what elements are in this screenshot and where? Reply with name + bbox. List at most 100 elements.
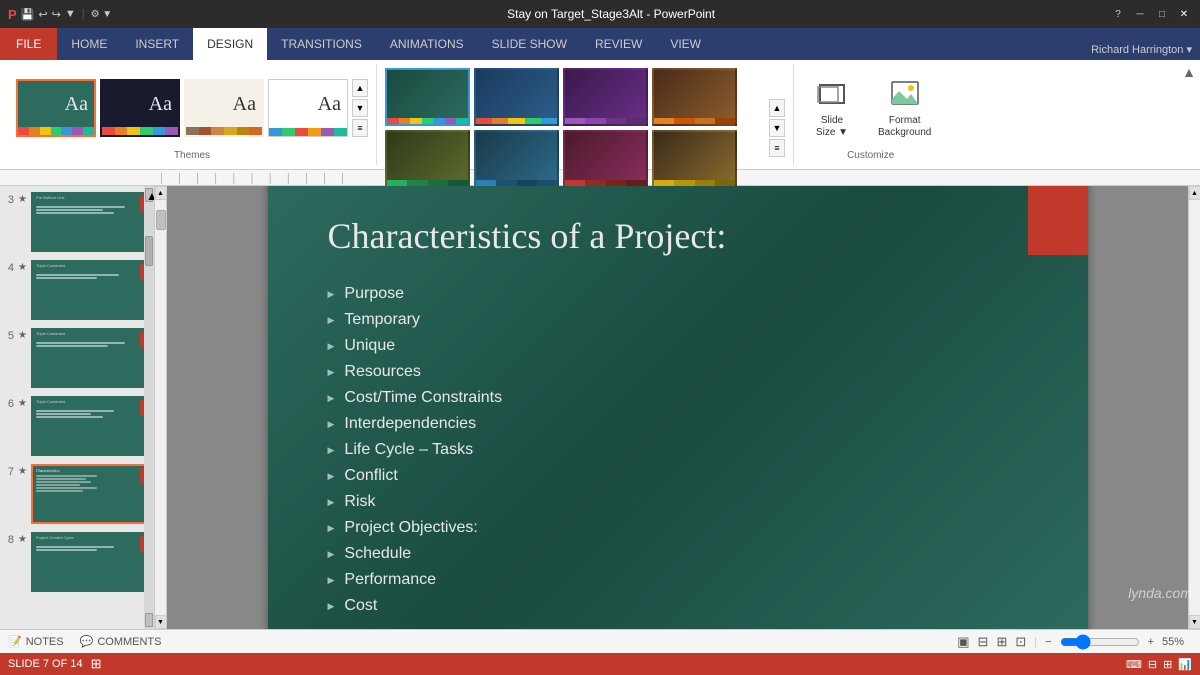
variants-scroll-more[interactable]: ≡ [769,139,785,157]
scroll-down-button[interactable]: ▼ [155,615,167,629]
maximize-button[interactable]: □ [1154,6,1170,22]
variant-item-1[interactable] [385,68,470,126]
tab-review[interactable]: REVIEW [581,28,656,60]
help-icon[interactable]: ? [1110,6,1126,22]
tab-animations[interactable]: ANIMATIONS [376,28,478,60]
thumb-lines-8 [33,543,150,554]
status-icon-3[interactable]: ⊞ [1163,658,1172,671]
scroll-thumb[interactable] [156,210,166,230]
status-icon-2[interactable]: ⊟ [1148,658,1157,671]
keyboard-icon[interactable]: ⌨ [1126,658,1142,671]
bullet-performance: Performance [328,571,503,589]
slide-star-8: ★ [18,532,27,545]
close-button[interactable]: ✕ [1176,6,1192,22]
tab-insert[interactable]: INSERT [121,28,193,60]
left-scrollbar[interactable]: ▲ ▼ [155,186,167,629]
bullet-risk: Risk [328,493,503,511]
variant-item-6[interactable] [474,130,559,188]
variant-item-3[interactable] [563,68,648,126]
format-background-button[interactable]: FormatBackground [870,73,939,143]
slide-thumb-6[interactable]: Triple Constraint [31,396,152,456]
variant-item-5[interactable] [385,130,470,188]
slide-layout-icon[interactable]: ⊞ [91,656,102,672]
view-icons: ▣ ⊟ ⊞ ⊡ | − + 55% [957,634,1192,650]
redo-icon[interactable]: ↪ [52,8,61,21]
customize-group: SlideSize ▼ FormatBackground Customize [794,64,947,165]
theme-scroll-down[interactable]: ▼ [352,99,368,117]
slide-red-corner [1028,186,1088,255]
tab-slideshow[interactable]: SLIDE SHOW [478,28,581,60]
zoom-in-icon[interactable]: + [1148,636,1154,648]
slide-thumb-7[interactable]: Characteristics [31,464,152,524]
zoom-out-icon[interactable]: − [1045,636,1051,648]
user-name[interactable]: Richard Harrington ▾ [1091,43,1192,60]
theme-item-3[interactable]: Aa [184,79,264,137]
slide-thumb-4[interactable]: Triple Constraint [31,260,152,320]
tab-file[interactable]: FILE [0,28,57,60]
theme-item-1[interactable]: Aa [16,79,96,137]
scroll-up-button[interactable]: ▲ [155,186,167,200]
panel-scroll-arrow-up[interactable]: ▲ [145,188,153,202]
scroll-track [155,200,167,615]
bullet-resources: Resources [328,363,503,381]
notes-label[interactable]: NOTES [26,636,64,648]
slide-title[interactable]: Characteristics of a Project: [328,215,727,257]
panel-scrollbar[interactable]: ▲ [144,186,154,629]
thumb-lines-6 [33,407,150,421]
window-controls[interactable]: ? ─ □ ✕ [1110,6,1192,22]
variants-scroll-down[interactable]: ▼ [769,119,785,137]
undo-icon[interactable]: ↩ [38,8,47,21]
theme-item-4[interactable]: Aa [268,79,348,137]
slide[interactable]: Characteristics of a Project: Purpose Te… [268,186,1088,629]
themes-label: Themes [16,148,368,161]
slide-size-button[interactable]: SlideSize ▼ [802,73,862,143]
right-scroll-down[interactable]: ▼ [1189,615,1200,629]
right-scrollbar[interactable]: ▲ ▼ [1188,186,1200,629]
notes-button[interactable]: 📝 NOTES [8,635,64,648]
quick-access-toolbar[interactable]: P 💾 ↩ ↪ ▼ | ⚙ ▼ [8,7,112,22]
bullet-cost-time: Cost/Time Constraints [328,389,503,407]
theme-scroll[interactable]: ▲ ▼ ≡ [352,79,368,137]
theme-scroll-more[interactable]: ≡ [352,119,368,137]
theme-item-2[interactable]: Aa [100,79,180,137]
variant-item-4[interactable] [652,68,737,126]
tab-transitions[interactable]: TRANSITIONS [267,28,376,60]
tab-view[interactable]: VIEW [656,28,715,60]
zoom-slider[interactable] [1060,635,1140,649]
comments-label[interactable]: COMMENTS [97,636,161,648]
slide-number-6: 6 [2,396,14,410]
view-outline-icon[interactable]: ⊟ [978,634,989,650]
zoom-level[interactable]: 55% [1162,636,1192,648]
variants-grid [385,68,765,188]
app-icon: P [8,7,17,22]
slide-star-5: ★ [18,328,27,341]
view-presenter-icon[interactable]: ⊡ [1015,634,1026,650]
lynda-watermark: lynda.com [1128,585,1192,601]
save-icon[interactable]: 💾 [21,8,35,21]
tab-design[interactable]: DESIGN [193,28,267,60]
themes-group: Aa Aa Aa [8,64,377,165]
variants-scroll-up[interactable]: ▲ [769,99,785,117]
customize-icon[interactable]: ⚙ ▼ [91,9,113,20]
slide-info: SLIDE 7 OF 14 [8,658,83,670]
comments-button[interactable]: 💬 COMMENTS [80,635,162,648]
panel-scroll-thumb[interactable] [145,236,153,266]
panel-scroll-arrow-down[interactable] [145,613,153,627]
variant-item-2[interactable] [474,68,559,126]
status-icon-4[interactable]: 📊 [1178,658,1192,671]
theme-scroll-up[interactable]: ▲ [352,79,368,97]
ribbon-collapse-button[interactable]: ▲ [1182,64,1196,80]
tab-home[interactable]: HOME [57,28,121,60]
customize-quick-access-icon[interactable]: ▼ [65,8,76,20]
view-grid-icon[interactable]: ⊞ [996,634,1007,650]
right-scroll-up[interactable]: ▲ [1189,186,1200,200]
minimize-button[interactable]: ─ [1132,6,1148,22]
variant-item-7[interactable] [563,130,648,188]
variants-scroll[interactable]: ▲ ▼ ≡ [769,99,785,157]
slide-thumb-3[interactable]: Pre Bottom Line [31,192,152,252]
view-normal-icon[interactable]: ▣ [957,634,969,650]
variant-item-8[interactable] [652,130,737,188]
slide-thumb-8[interactable]: Project Control Cycle [31,532,152,592]
slide-size-label: SlideSize ▼ [816,115,848,139]
slide-thumb-5[interactable]: Triple Constraint [31,328,152,388]
